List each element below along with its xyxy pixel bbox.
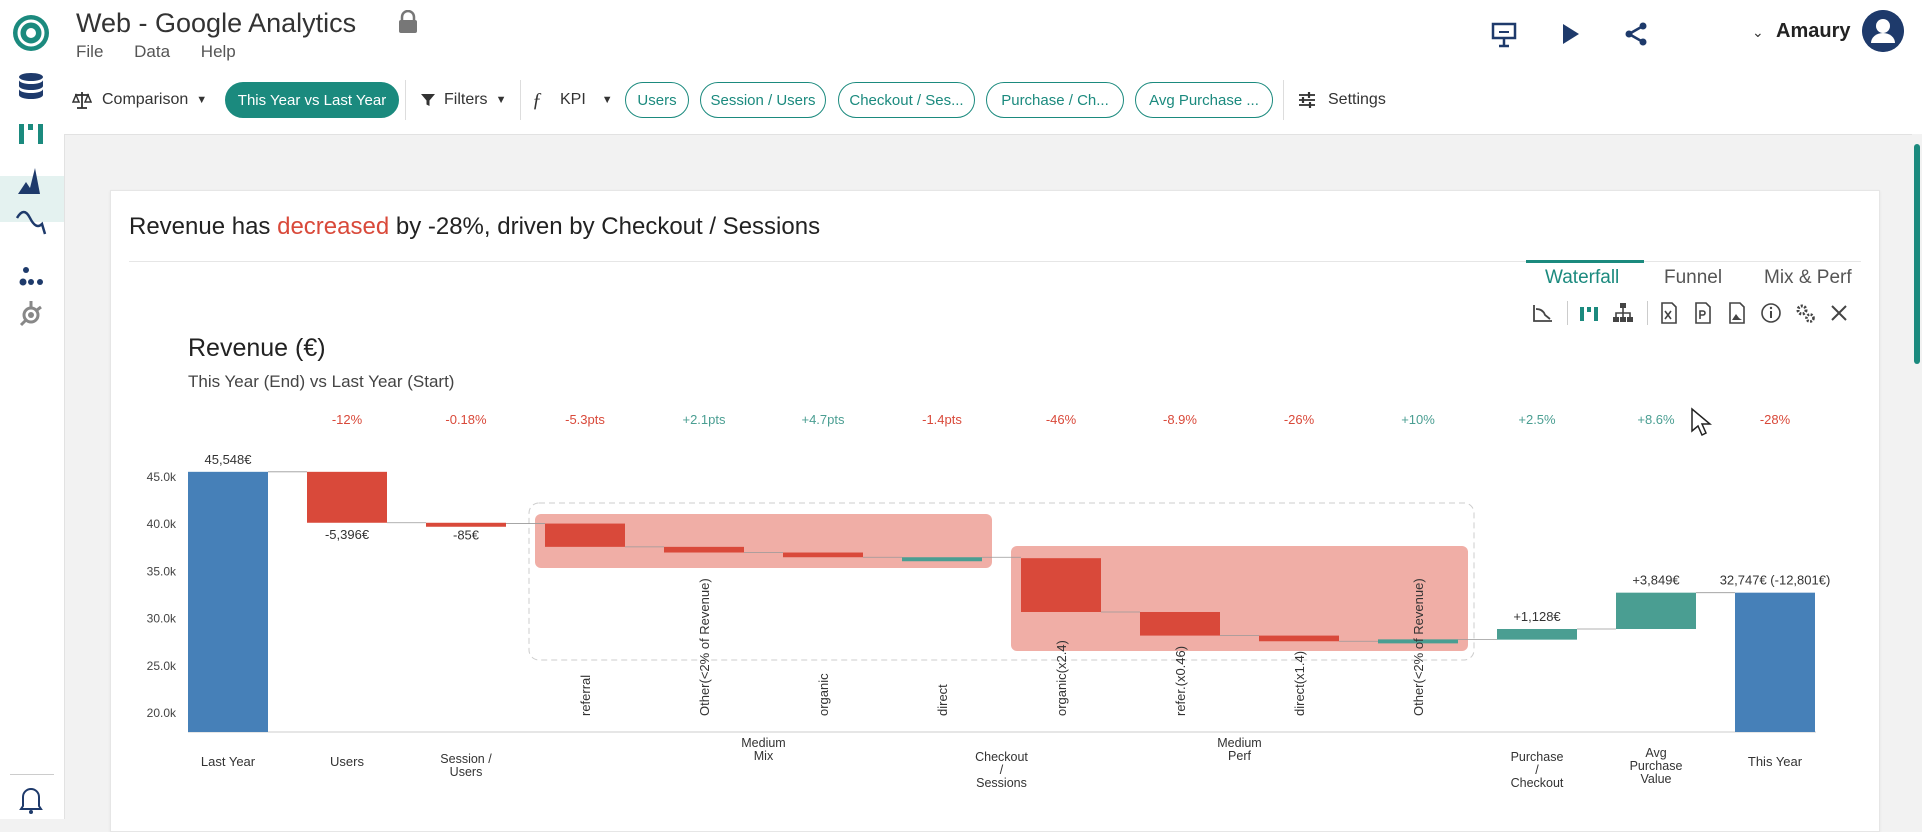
menu-help[interactable]: Help [201, 42, 236, 61]
database-icon[interactable] [14, 70, 48, 104]
filters-label: Filters [444, 91, 488, 108]
tab-funnel[interactable]: Funnel [1664, 267, 1722, 289]
scrollbar-thumb[interactable] [1914, 144, 1920, 364]
scatter-icon[interactable] [14, 256, 48, 290]
sidebar [0, 66, 65, 819]
comparison-value-pill[interactable]: This Year vs Last Year [225, 82, 399, 118]
chevron-down-icon: ▼ [495, 94, 507, 106]
app-title: Web - Google Analytics [76, 8, 357, 38]
toolbar-divider [405, 80, 406, 120]
toolbar-divider [1567, 301, 1568, 325]
chevron-down-icon: ▼ [601, 94, 613, 106]
app-logo-icon[interactable] [12, 14, 50, 52]
hierarchy-icon[interactable] [1611, 301, 1635, 325]
kpi-pill-purchase-checkout[interactable]: Purchase / Ch... [986, 82, 1124, 118]
image-icon[interactable] [1725, 301, 1749, 325]
kpi-pill-checkout-sessions[interactable]: Checkout / Ses... [838, 82, 975, 118]
filter-icon [421, 94, 435, 106]
filters-dropdown[interactable]: Filters ▼ [420, 66, 506, 134]
close-icon[interactable] [1827, 301, 1851, 325]
sidebar-divider [10, 774, 54, 775]
bell-icon[interactable] [14, 782, 48, 816]
sidebar-waterfall-icon[interactable] [14, 116, 48, 150]
info-icon[interactable] [1759, 301, 1783, 325]
settings-gear-icon[interactable] [1793, 301, 1817, 325]
lock-icon[interactable] [397, 10, 419, 34]
waterfall-icon[interactable] [1577, 301, 1601, 325]
menu-bar: File Data Help [76, 42, 262, 62]
menu-file[interactable]: File [76, 42, 103, 61]
kpi-pill-session-users[interactable]: Session / Users [700, 82, 826, 118]
comparison-dropdown[interactable]: Comparison ▼ [72, 66, 207, 134]
play-icon[interactable] [1556, 20, 1584, 48]
tab-mix-perf[interactable]: Mix & Perf [1764, 267, 1852, 289]
toolbar-divider [1647, 301, 1648, 325]
presentation-icon[interactable] [1490, 20, 1518, 48]
settings-label: Settings [1328, 91, 1386, 108]
pdf-icon[interactable] [1691, 301, 1715, 325]
toolbar-divider [520, 80, 521, 120]
kpi-label: KPI [560, 91, 586, 108]
share-icon[interactable] [1622, 20, 1650, 48]
headline-suffix: by -28%, driven by Checkout / Sessions [389, 213, 821, 240]
trend-line-icon[interactable] [14, 204, 48, 238]
insight-headline: Revenue has decreased by -28%, driven by… [129, 213, 820, 241]
trend-icon[interactable] [1531, 301, 1555, 325]
comparison-label: Comparison [102, 91, 189, 108]
sliders-icon [1299, 92, 1315, 108]
active-tab-underline [1526, 260, 1644, 263]
function-icon: ƒ [532, 88, 542, 111]
scale-icon [72, 92, 92, 109]
menu-data[interactable]: Data [134, 42, 170, 61]
insight-card: Revenue has decreased by -28%, driven by… [110, 190, 1880, 832]
top-bar: Web - Google Analytics File Data Help ⌄ … [0, 0, 1922, 67]
user-name[interactable]: Amaury [1776, 20, 1850, 43]
kpi-dropdown[interactable]: ƒ KPI ▼ [532, 66, 613, 134]
excel-icon[interactable] [1657, 301, 1681, 325]
settings-button[interactable]: Settings [1298, 66, 1386, 134]
kpi-pill-users[interactable]: Users [625, 82, 689, 118]
headline-direction: decreased [277, 213, 390, 240]
chevron-down-icon[interactable]: ⌄ [1752, 24, 1764, 41]
chart-title: Revenue (€) [188, 334, 326, 362]
analysis-toolbar: Comparison ▼ This Year vs Last Year Filt… [64, 66, 1922, 135]
tab-waterfall[interactable]: Waterfall [1545, 267, 1619, 289]
headline-prefix: Revenue has [129, 213, 278, 240]
network-icon[interactable] [14, 298, 48, 332]
chevron-down-icon: ▼ [196, 94, 208, 106]
mouse-cursor-icon [1691, 407, 1712, 437]
distribution-icon[interactable] [14, 164, 48, 198]
avatar-icon[interactable] [1862, 10, 1904, 52]
kpi-pill-avg-purchase[interactable]: Avg Purchase ... [1135, 82, 1273, 118]
chart-subtitle: This Year (End) vs Last Year (Start) [188, 372, 455, 391]
toolbar-divider [1283, 80, 1284, 120]
